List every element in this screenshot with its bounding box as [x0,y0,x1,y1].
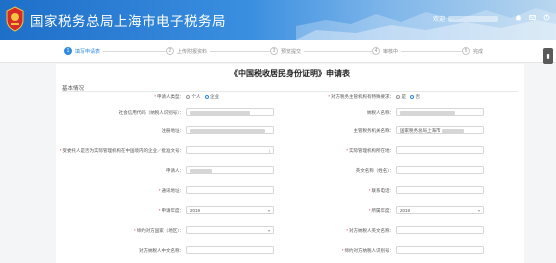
site-title: 国家税务总局上海市电子税务局 [30,14,226,30]
mail-address-input[interactable] [186,186,274,194]
mail-address-label: *通讯地址： [158,188,184,193]
home-icon[interactable] [515,14,522,21]
message-icon[interactable] [529,14,536,21]
apply-year-select[interactable]: 2019 ▾ [186,206,274,214]
site-header: 国家税务总局上海市电子税务局 欢迎 [0,0,556,40]
treaty-taxpayer-input[interactable] [396,226,484,234]
treaty-country-label: *缔约对方国家（地区）： [133,228,184,233]
step-upload[interactable]: 2 上传附报资料 [166,46,211,56]
apply-year-label: *申请年度： [158,208,184,213]
step-number: 3 [270,47,278,55]
radio-no[interactable]: 否 [410,94,420,100]
treaty-id-input[interactable] [396,246,484,254]
special-req-radio: 是 否 [396,94,424,100]
tax-authority-label: 主管税务机关名称： [353,128,395,133]
radio-individual[interactable]: 个人 [186,94,201,100]
tax-year-select[interactable]: 2019 ▾ [396,206,484,214]
treaty-cn-name-label: 对方纳税人中文名称： [139,248,184,253]
tax-emblem-icon [6,6,24,32]
treaty-taxpayer-label: *对方纳税人英文名称： [346,228,394,233]
step-label: 审核中 [383,48,399,55]
radio-enterprise[interactable]: 企业 [204,94,219,100]
special-req-label: *对方税务主管机构有特殊要求： [328,94,394,99]
taxpayer-name-input[interactable] [396,108,484,116]
step-label: 上传附报资料 [177,48,208,55]
application-form: 《中国税收居民身份证明》申请表 基本情况 *申请人类型： 个人 企业 *对方税务… [56,64,524,263]
step-preview[interactable]: 3 预览提交 [270,46,305,56]
chevron-down-icon: ▾ [477,208,480,213]
progress-steps: 1 填写申请表 2 上传附报资料 3 预览提交 4 审核中 5 完成 [0,40,556,63]
applicant-type-radio: 个人 企业 [186,94,223,100]
credit-code-label: 社会信用代码（纳税人识别号）： [118,110,184,115]
user-greeting-prefix: 欢迎 [432,17,445,23]
chevron-down-icon: ▾ [267,228,270,233]
english-name-input[interactable] [396,166,484,174]
form-title: 《中国税收居民身份证明》申请表 [230,69,350,78]
taxpayer-name-label: 纳税人名称： [367,110,394,115]
entrusted-label: *受委托人是否为实际管理机构在中国境内的企业／批准文号： [59,148,184,153]
phone-input[interactable] [396,186,484,194]
actual-mgmt-label: *实际管理机构所在地： [346,148,394,153]
phone-label: *联系电话： [368,188,394,193]
step-number: 1 [64,47,72,55]
user-name-redacted [448,15,498,22]
treaty-id-label: *缔约对方纳税人识别号： [341,248,394,253]
radio-yes[interactable]: 是 [396,94,406,100]
side-panel-toggle[interactable]: ▮ [543,48,553,64]
reg-address-label: 注册地址： [161,128,185,133]
english-name-label: 英文名称（姓名）： [355,168,394,173]
step-complete[interactable]: 5 完成 [462,46,487,56]
credit-code-input[interactable] [186,108,274,116]
actual-mgmt-input[interactable] [396,146,484,154]
chevron-down-icon: ▾ [267,208,270,213]
applicant-type-label: *申请人类型： [154,94,184,99]
entrusted-input[interactable]: | [186,146,274,154]
step-fill-form[interactable]: 1 填写申请表 [64,46,104,56]
step-number: 4 [372,47,380,55]
tax-authority-input[interactable]: 国家税务总局上海市 [396,126,484,134]
user-greeting[interactable]: 欢迎 [433,14,498,23]
applicant-name-label: 申请人： [166,168,184,173]
treaty-country-select[interactable]: ▾ [186,226,274,234]
section-divider [62,91,518,92]
reg-address-input[interactable] [186,126,274,134]
logout-icon[interactable] [543,14,550,21]
treaty-cn-name-input[interactable] [186,246,274,254]
tax-year-label: *所属年度： [368,208,394,213]
step-review[interactable]: 4 审核中 [372,46,402,56]
step-number: 2 [166,47,174,55]
step-label: 填写申请表 [75,48,101,55]
panel-icon: ▮ [546,53,550,60]
applicant-name-input[interactable] [186,166,274,174]
step-label: 完成 [473,48,484,55]
step-label: 预览提交 [281,48,302,55]
step-number: 5 [462,47,470,55]
